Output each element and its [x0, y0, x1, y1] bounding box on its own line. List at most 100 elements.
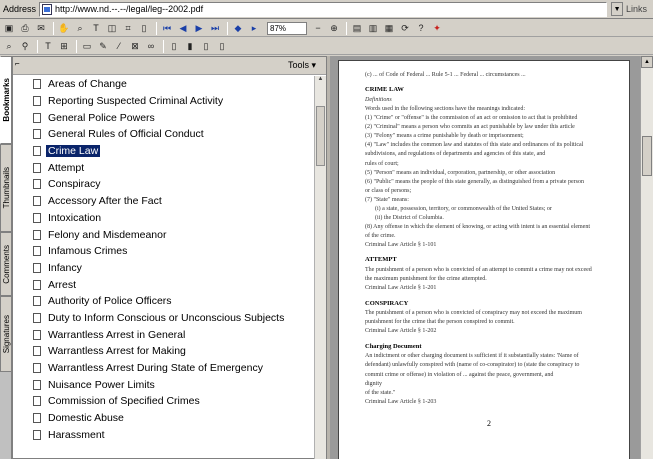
snapshot-icon[interactable]: ◫: [105, 22, 119, 35]
previous-page-icon[interactable]: ◀: [176, 22, 190, 35]
tab-comments[interactable]: Comments: [0, 232, 12, 296]
bookmark-item[interactable]: General Police Powers: [13, 109, 316, 126]
page-text-line: of the state.": [365, 389, 396, 396]
links-label[interactable]: Links: [626, 4, 647, 14]
hand-tool-icon[interactable]: ✋: [57, 22, 71, 35]
continuous-page-icon[interactable]: ▯: [167, 40, 181, 53]
panel-resize-icon[interactable]: ⌐: [15, 59, 20, 68]
bookmark-item[interactable]: Crime Law: [13, 143, 316, 160]
tab-bookmarks[interactable]: Bookmarks: [0, 56, 12, 144]
bookmark-item[interactable]: Felony and Misdemeanor: [13, 226, 316, 243]
bookmark-item[interactable]: Nuisance Power Limits: [13, 376, 316, 393]
bookmarks-header: ⌐ Tools ▾: [13, 57, 326, 75]
toolbar-separator: [76, 39, 77, 53]
bookmark-item[interactable]: Intoxication: [13, 210, 316, 227]
highlight-icon[interactable]: ⁄: [112, 40, 126, 53]
facing-page-icon[interactable]: ▮: [183, 40, 197, 53]
document-scrollbar[interactable]: ▲: [640, 56, 653, 459]
bookmark-label: Nuisance Power Limits: [48, 378, 155, 391]
bookmark-item[interactable]: General Rules of Official Conduct: [13, 126, 316, 143]
address-input[interactable]: http://www.nd.--.--/legal/leg--2002.pdf: [39, 1, 608, 17]
text-select-icon[interactable]: T: [41, 40, 55, 53]
pencil-icon[interactable]: ✎: [96, 40, 110, 53]
find-icon[interactable]: ⚲: [18, 40, 32, 53]
tab-thumbnails-label: Thumbnails: [1, 167, 11, 209]
column-select-icon[interactable]: ⊞: [57, 40, 71, 53]
scroll-up-icon[interactable]: ▲: [315, 76, 326, 87]
last-page-icon[interactable]: ⏭: [208, 22, 222, 35]
bookmark-page-icon: [33, 429, 41, 440]
page-text-line: subdivisions, and regulations of departm…: [365, 151, 546, 158]
bookmark-item[interactable]: Domestic Abuse: [13, 410, 316, 427]
bookmark-item[interactable]: Authority of Police Officers: [13, 293, 316, 310]
single-page-icon[interactable]: ▯: [137, 22, 151, 35]
stamp-icon[interactable]: ⊠: [128, 40, 142, 53]
bookmark-page-icon: [33, 112, 41, 123]
page-text-line: The punishment of a person who is convic…: [365, 310, 582, 317]
bookmark-label: Authority of Police Officers: [48, 295, 172, 308]
help-icon[interactable]: ?: [414, 22, 428, 35]
bookmark-item[interactable]: Warrantless Arrest for Making: [13, 343, 316, 360]
bookmark-item[interactable]: Infancy: [13, 260, 316, 277]
zoom-in-icon[interactable]: ⊕: [327, 22, 341, 35]
search-icon[interactable]: ⌕: [2, 40, 16, 53]
bookmark-page-icon: [33, 146, 41, 157]
zoom-out-icon[interactable]: −: [311, 22, 325, 35]
bookmark-label: Intoxication: [48, 211, 102, 224]
note-icon[interactable]: ▭: [80, 40, 94, 53]
bookmark-page-icon: [33, 329, 41, 340]
page-text-line: or class of persons;: [365, 187, 412, 194]
page-text-line: The punishment of a person who is convic…: [365, 267, 592, 274]
bookmark-item[interactable]: Duty to Inform Conscious or Unconscious …: [13, 310, 316, 327]
bookmark-label: Infancy: [48, 261, 82, 274]
bookmark-item[interactable]: Commission of Specified Crimes: [13, 393, 316, 410]
zoom-tool-icon[interactable]: ⌕: [73, 22, 87, 35]
go-forward-icon[interactable]: ▸: [247, 22, 261, 35]
bookmark-page-icon: [33, 363, 41, 374]
bookmark-label: Harassment: [48, 428, 105, 441]
bookmark-label: Crime Law: [46, 145, 101, 158]
section-heading: CONSPIRACY: [365, 299, 409, 307]
bookmark-item[interactable]: Conspiracy: [13, 176, 316, 193]
bookmark-item[interactable]: Infamous Crimes: [13, 243, 316, 260]
first-page-icon[interactable]: ⏮: [160, 22, 174, 35]
save-icon[interactable]: ▣: [2, 22, 16, 35]
fullscreen-icon[interactable]: ▯: [215, 40, 229, 53]
bookmark-item[interactable]: Arrest: [13, 276, 316, 293]
actual-size-icon[interactable]: ▤: [350, 22, 364, 35]
bookmark-item[interactable]: Warrantless Arrest During State of Emerg…: [13, 360, 316, 377]
bookmark-item[interactable]: Areas of Change: [13, 76, 316, 93]
print-icon[interactable]: ⎙: [18, 22, 32, 35]
zoom-level-field[interactable]: 87%: [267, 21, 307, 35]
email-icon[interactable]: ✉: [34, 22, 48, 35]
go-back-icon[interactable]: ◆: [231, 22, 245, 35]
scroll-up-icon[interactable]: ▲: [641, 56, 653, 68]
crop-icon[interactable]: ⌗: [121, 22, 135, 35]
bookmark-label: Arrest: [48, 278, 77, 291]
page-text-line: Criminal Law Article § 1-201: [365, 285, 437, 292]
reflow-icon[interactable]: ▯: [199, 40, 213, 53]
toolbar-separator: [227, 21, 228, 35]
tab-thumbnails[interactable]: Thumbnails: [0, 144, 12, 232]
bookmark-label: Duty to Inform Conscious or Unconscious …: [48, 311, 285, 324]
bookmark-item[interactable]: Warrantless Arrest in General: [13, 326, 316, 343]
tab-signatures[interactable]: Signatures: [0, 296, 12, 372]
bookmark-page-icon: [33, 179, 41, 190]
link-icon[interactable]: ∞: [144, 40, 158, 53]
fit-width-icon[interactable]: ▦: [382, 22, 396, 35]
bookmarks-scroll-thumb[interactable]: [316, 106, 325, 166]
address-dropdown-button[interactable]: ▼: [611, 2, 624, 16]
bookmark-page-icon: [33, 396, 41, 407]
page-text-line: (7) "State" means:: [365, 196, 409, 203]
bookmarks-scrollbar[interactable]: ▲: [314, 76, 326, 459]
rotate-icon[interactable]: ⟳: [398, 22, 412, 35]
bookmark-item[interactable]: Reporting Suspected Criminal Activity: [13, 93, 316, 110]
bookmark-item[interactable]: Attempt: [13, 159, 316, 176]
select-text-icon[interactable]: T: [89, 22, 103, 35]
fit-page-icon[interactable]: ▥: [366, 22, 380, 35]
bookmark-item[interactable]: Accessory After the Fact: [13, 193, 316, 210]
document-scroll-thumb[interactable]: [642, 136, 652, 176]
bookmark-item[interactable]: Harassment: [13, 426, 316, 443]
next-page-icon[interactable]: ▶: [192, 22, 206, 35]
bookmarks-tools-menu[interactable]: Tools ▾: [288, 60, 316, 71]
